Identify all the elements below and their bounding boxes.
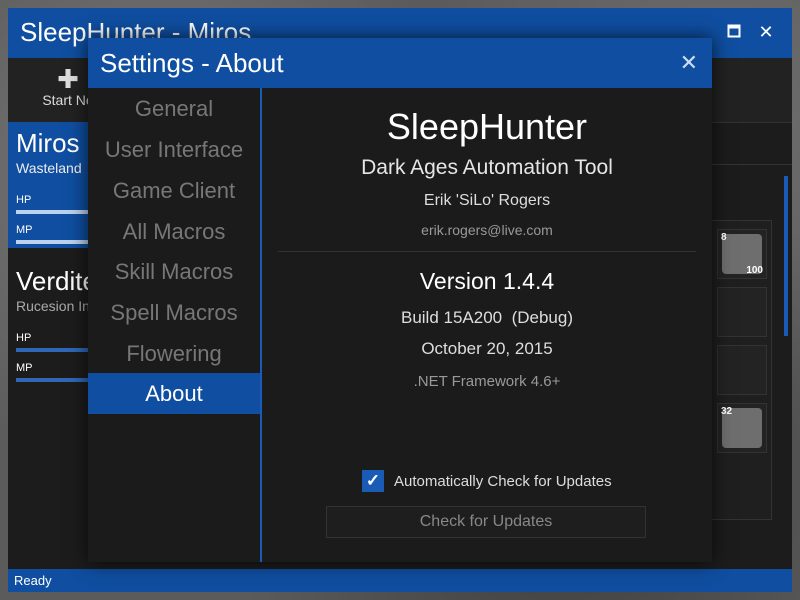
close-icon[interactable]: ✕ <box>680 50 698 76</box>
client-location: Wasteland <box>16 160 82 176</box>
client-location: Rucesion In <box>16 298 90 314</box>
nav-item-spell-macros[interactable]: Spell Macros <box>88 292 260 333</box>
skill-slot[interactable]: 8 100 <box>717 229 767 279</box>
build: Build 15A200 (Debug) <box>400 308 573 327</box>
status-text: Ready <box>14 573 52 588</box>
settings-dialog: Settings - About ✕ General User Interfac… <box>88 38 712 562</box>
mp-label: MP <box>16 224 33 236</box>
app-name: SleepHunter <box>386 106 588 147</box>
client-name: Miros <box>16 128 80 158</box>
author: Erik 'SiLo' Rogers <box>423 192 551 209</box>
auto-update-checkbox[interactable]: ✓ <box>362 470 384 492</box>
hp-label: HP <box>16 332 32 344</box>
check-for-updates-button[interactable]: Check for Updates <box>326 506 646 538</box>
nav-item-user-interface[interactable]: User Interface <box>88 129 260 170</box>
dialog-title: Settings - About <box>100 48 284 78</box>
nav-item-all-macros[interactable]: All Macros <box>88 211 260 252</box>
nav-item-general[interactable]: General <box>88 88 260 129</box>
maximize-icon[interactable] <box>724 22 744 42</box>
nav-item-flowering[interactable]: Flowering <box>88 333 260 374</box>
skill-slots-panel: 8 100 32 <box>708 220 772 520</box>
close-icon[interactable]: ✕ <box>756 22 776 42</box>
nav-item-about[interactable]: About <box>88 373 260 414</box>
hp-label: HP <box>16 194 32 206</box>
app-description: Dark Ages Automation Tool <box>361 156 613 179</box>
skill-slot[interactable] <box>717 345 767 395</box>
client-name: Verdite <box>16 266 97 296</box>
nav-item-game-client[interactable]: Game Client <box>88 170 260 211</box>
mp-label: MP <box>16 362 33 374</box>
slot-top-number: 32 <box>721 406 733 417</box>
slot-top-number: 8 <box>721 232 727 243</box>
slot-bottom-number: 100 <box>746 265 763 276</box>
build-date: October 20, 2015 <box>421 339 553 358</box>
status-bar: Ready <box>8 569 792 592</box>
framework: .NET Framework 4.6+ <box>413 373 561 390</box>
author-email[interactable]: erik.rogers@live.com <box>262 222 712 238</box>
about-content: SleepHunter Dark Ages Automation Tool Er… <box>262 88 712 562</box>
settings-nav: General User Interface Game Client All M… <box>88 88 260 562</box>
nav-item-skill-macros[interactable]: Skill Macros <box>88 251 260 292</box>
divider <box>278 251 696 252</box>
version: Version 1.4.4 <box>419 268 555 294</box>
auto-update-label: Automatically Check for Updates <box>394 473 612 490</box>
scrollbar[interactable] <box>784 176 788 336</box>
right-pane-header <box>708 128 792 165</box>
skill-slot[interactable] <box>717 287 767 337</box>
dialog-titlebar[interactable]: Settings - About ✕ <box>88 38 712 88</box>
skill-slot[interactable]: 32 <box>717 403 767 453</box>
